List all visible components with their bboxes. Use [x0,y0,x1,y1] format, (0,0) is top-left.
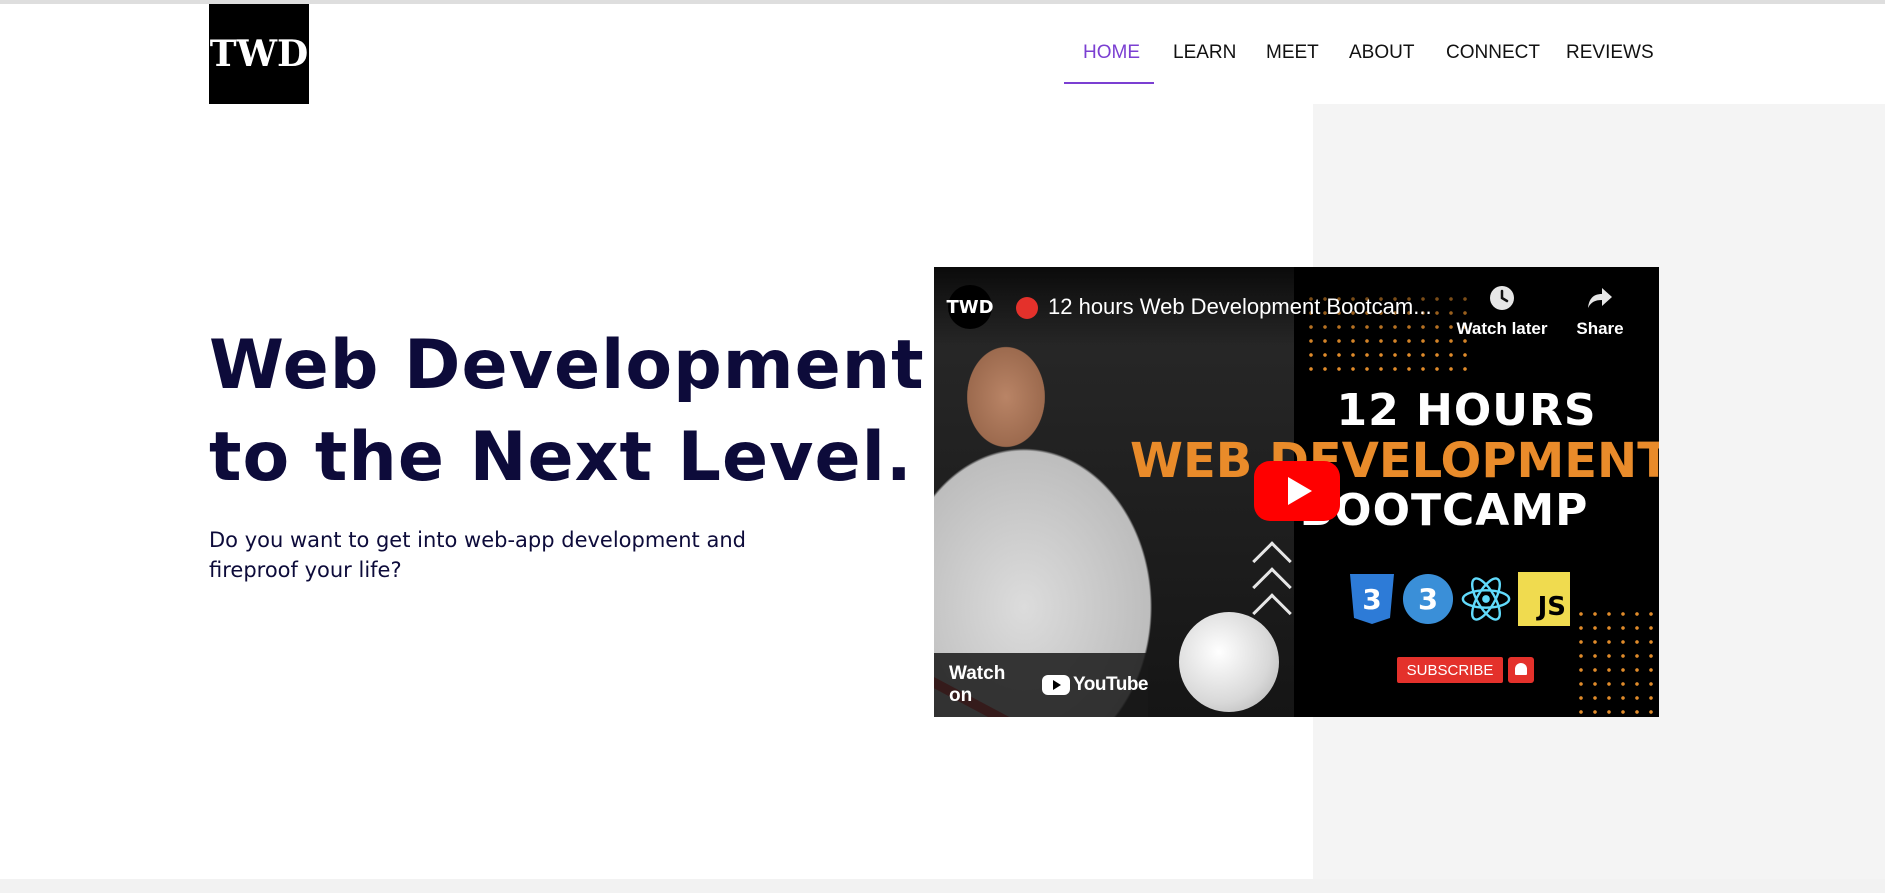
watch-later-label: Watch later [1456,319,1548,338]
hero-title-line1: Web Development [209,326,925,405]
nav-learn[interactable]: LEARN [1173,42,1236,64]
nav-active-indicator [1064,82,1154,84]
thumbnail-text-line1: 12 HOURS [1336,385,1597,436]
video-title[interactable]: 12 hours Web Development Bootcam... [1048,294,1432,320]
hero-title-line2: to the Next Level. [209,418,913,497]
youtube-play-icon [1042,675,1071,695]
clock-icon [1490,286,1514,310]
share-label: Share [1576,319,1624,338]
share-button[interactable]: Share [1550,283,1650,339]
channel-avatar[interactable]: TWD [946,285,994,329]
youtube-logo: YouTube [1042,674,1148,696]
hero-subtitle: Do you want to get into web-app developm… [209,528,746,582]
svg-text:3: 3 [1362,583,1381,616]
css3-icon: 3 [1350,574,1394,624]
js-icon: JS [1518,572,1570,626]
nav-reviews[interactable]: REVIEWS [1566,42,1654,64]
js-label: JS [1537,592,1566,622]
play-button[interactable] [1254,461,1340,521]
thumbnail-text-line2: WEB DEVELOPMENT [1130,433,1659,489]
nav-about[interactable]: ABOUT [1349,42,1414,64]
thumbnail-chevrons [1252,537,1294,647]
chevron-up-icon [1252,593,1292,633]
nav-meet[interactable]: MEET [1266,42,1319,64]
react-icon [1461,577,1511,621]
watch-on-youtube-button[interactable]: Watch on YouTube [934,653,1148,717]
live-dot-icon [1016,297,1038,319]
svg-text:3: 3 [1418,583,1438,617]
subscribe-badge: SUBSCRIBE [1397,657,1503,683]
main-nav: HOME LEARN MEET ABOUT CONNECT REVIEWS [0,30,1885,90]
youtube-embed[interactable]: TWD 12 hours Web Development Bootcam... … [934,267,1659,717]
bell-icon [1508,657,1534,683]
css3-icon: 3 [1402,573,1454,625]
nav-home[interactable]: HOME [1083,42,1140,64]
nav-connect[interactable]: CONNECT [1446,42,1540,64]
thumbnail-dot-pattern [1574,607,1654,717]
watch-on-label: Watch on [949,663,1006,706]
bottom-band [0,879,1885,893]
share-icon [1588,288,1612,308]
hero-title: Web Development to the Next Level. [209,320,925,504]
watch-later-button[interactable]: Watch later [1452,283,1552,339]
youtube-wordmark: YouTube [1073,674,1148,695]
